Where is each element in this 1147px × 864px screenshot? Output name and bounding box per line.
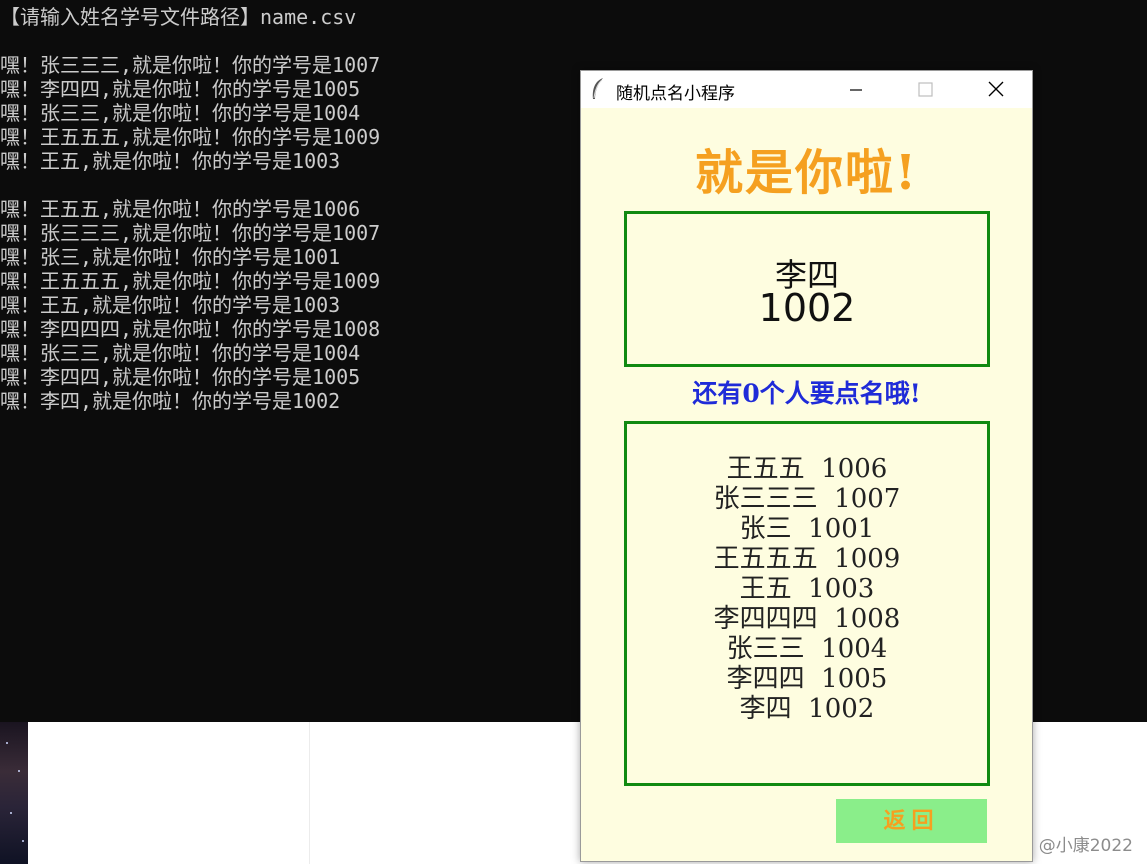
console-output-line: 嘿！张三三三,就是你啦！你的学号是1007 bbox=[0, 53, 381, 77]
list-item: 王五 1003 bbox=[739, 574, 875, 604]
console-output-line: 嘿！张三,就是你啦！你的学号是1001 bbox=[0, 245, 341, 269]
console-output-line: 嘿！王五,就是你啦！你的学号是1003 bbox=[0, 149, 341, 173]
list-item: 李四四四 1008 bbox=[713, 604, 901, 634]
return-button[interactable]: 返回 bbox=[836, 799, 987, 843]
console-output-line: 嘿！王五五五,就是你啦！你的学号是1009 bbox=[0, 269, 381, 293]
list-item: 张三三 1004 bbox=[726, 634, 888, 664]
console-output-line: 嘿！张三三,就是你啦！你的学号是1004 bbox=[0, 341, 361, 365]
app-window: 随机点名小程序 就是你啦! 李四 1002 还有0个人要点名哦! 王五五 100… bbox=[580, 70, 1033, 862]
remaining-count-label: 还有0个人要点名哦! bbox=[692, 379, 921, 408]
maximize-icon[interactable] bbox=[902, 71, 948, 108]
console-output-line: 嘿！王五,就是你啦！你的学号是1003 bbox=[0, 293, 341, 317]
called-list: 王五五 1006 张三三三 1007 张三 1001 王五五五 1009 王五 … bbox=[627, 454, 987, 724]
console-output-line: 嘿！王五五五,就是你啦！你的学号是1009 bbox=[0, 125, 381, 149]
window-title: 随机点名小程序 bbox=[616, 84, 735, 104]
console-output-line: 嘿！张三三,就是你啦！你的学号是1004 bbox=[0, 101, 361, 125]
list-item: 李四 1002 bbox=[739, 694, 875, 724]
minimize-icon[interactable] bbox=[833, 71, 879, 108]
console-prompt-line: 【请输入姓名学号文件路径】name.csv bbox=[0, 5, 357, 29]
current-student-id: 1002 bbox=[758, 286, 856, 330]
list-item: 张三三三 1007 bbox=[713, 484, 901, 514]
feather-icon bbox=[592, 78, 603, 99]
current-student-panel: 李四 1002 bbox=[624, 211, 990, 367]
list-item: 李四四 1005 bbox=[726, 664, 888, 694]
console-output-line: 嘿！李四四四,就是你啦！你的学号是1008 bbox=[0, 317, 381, 341]
console-output-line: 嘿！李四四,就是你啦！你的学号是1005 bbox=[0, 77, 361, 101]
desktop-divider bbox=[309, 722, 310, 864]
console-output-line: 嘿！王五五,就是你啦！你的学号是1006 bbox=[0, 197, 361, 221]
list-item: 王五五五 1009 bbox=[713, 544, 901, 574]
called-list-panel: 王五五 1006 张三三三 1007 张三 1001 王五五五 1009 王五 … bbox=[624, 421, 990, 786]
console-output-line: 嘿！李四四,就是你啦！你的学号是1005 bbox=[0, 365, 361, 389]
console-output-line: 嘿！张三三三,就是你啦！你的学号是1007 bbox=[0, 221, 381, 245]
close-icon[interactable] bbox=[973, 71, 1019, 108]
list-item: 王五五 1006 bbox=[726, 454, 888, 484]
list-item: 张三 1001 bbox=[739, 514, 875, 544]
window-titlebar[interactable]: 随机点名小程序 bbox=[581, 71, 1032, 108]
console-output-line: 嘿！李四,就是你啦！你的学号是1002 bbox=[0, 389, 341, 413]
result-headline: 就是你啦! bbox=[694, 145, 919, 201]
desktop-wallpaper-image bbox=[0, 722, 28, 864]
